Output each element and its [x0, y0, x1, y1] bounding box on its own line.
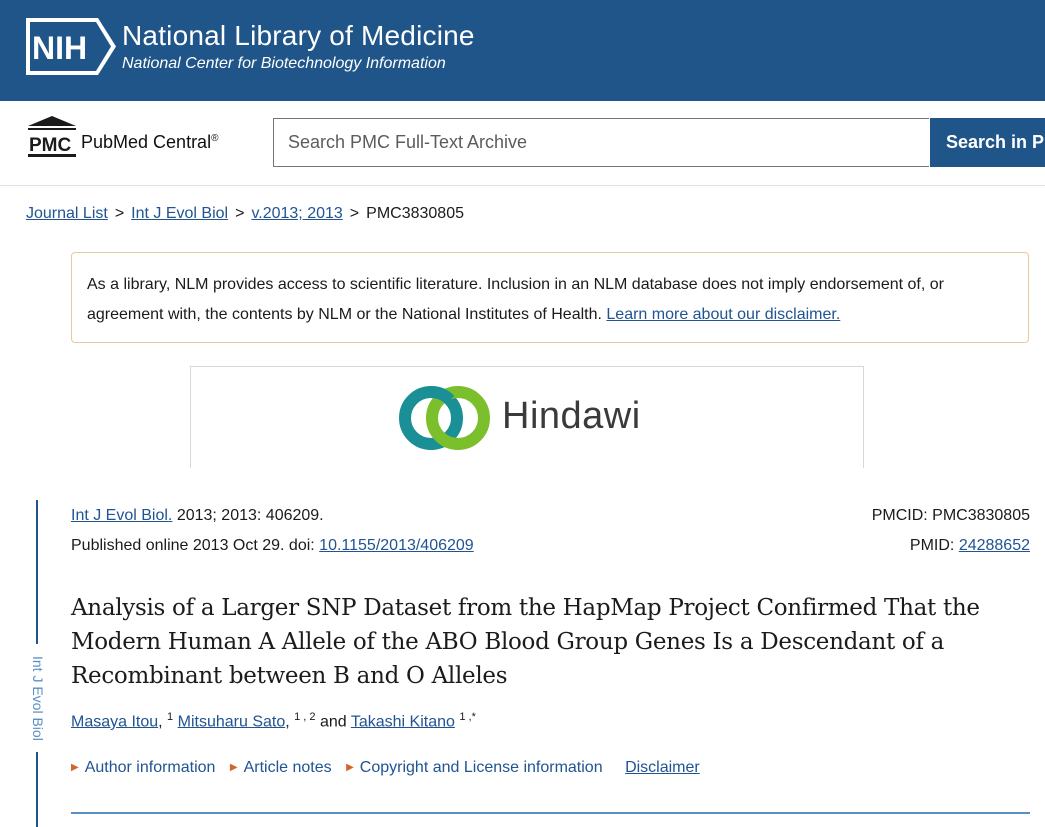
- article-notes-label: Article notes: [243, 759, 332, 776]
- doi-link[interactable]: 10.1155/2013/406209: [319, 537, 474, 554]
- triangle-right-icon: ▶: [229, 762, 238, 773]
- pmcid-label: PMCID:: [871, 507, 933, 524]
- author-link[interactable]: Mitsuharu Sato: [178, 713, 286, 730]
- pmc-abbr: PMC: [29, 135, 72, 156]
- author-affiliation[interactable]: 1 ,*: [459, 711, 476, 723]
- breadcrumb-journal-list[interactable]: Journal List: [26, 205, 108, 222]
- published-line: Published online 2013 Oct 29. doi: 10.11…: [71, 537, 474, 555]
- disclaimer-learn-more-link[interactable]: Learn more about our disclaimer.: [606, 306, 840, 323]
- breadcrumb-current: PMC3830805: [366, 205, 464, 222]
- article-notes-toggle[interactable]: ▶ Article notes: [230, 759, 332, 777]
- author-separator: ,: [285, 713, 295, 731]
- pmc-logo[interactable]: PMC PubMed Central®: [26, 116, 236, 158]
- citation-line: Int J Evol Biol. 2013; 2013: 406209.: [71, 507, 324, 525]
- pmc-name-text: PubMed Central: [81, 132, 212, 152]
- author-affiliation[interactable]: 1: [167, 711, 173, 723]
- citation-text: 2013; 2013: 406209.: [172, 507, 324, 524]
- pmcid-value: PMC3830805: [932, 507, 1030, 524]
- breadcrumb-journal[interactable]: Int J Evol Biol: [131, 205, 228, 222]
- pmid-label: PMID:: [909, 537, 959, 554]
- copyright-license-toggle[interactable]: ▶ Copyright and License information: [346, 759, 603, 777]
- pmc-header: PMC PubMed Central® Search in PMC: [0, 101, 1045, 186]
- article-info-links: ▶ Author information ▶ Article notes ▶ Copy…: [71, 759, 710, 777]
- breadcrumb-separator: >: [235, 205, 245, 222]
- pmc-reg-mark: ®: [211, 133, 219, 144]
- author-and: and: [315, 713, 351, 731]
- author-separator: ,: [158, 713, 168, 731]
- breadcrumb-separator: >: [114, 205, 125, 222]
- pmc-name: PubMed Central®: [81, 132, 218, 153]
- author-link[interactable]: Takashi Kitano: [351, 713, 455, 730]
- author-information-toggle[interactable]: ▶ Author information: [71, 759, 215, 777]
- author-affiliation[interactable]: 1 , 2: [294, 711, 315, 723]
- journal-rail-line: [36, 500, 38, 644]
- pmcid-line: PMCID: PMC3830805: [872, 507, 1030, 525]
- author-information-label: Author information: [84, 759, 216, 776]
- triangle-right-icon: ▶: [71, 762, 79, 773]
- author-link[interactable]: Masaya Itou: [71, 713, 158, 730]
- hindawi-logo-icon: [399, 386, 490, 450]
- breadcrumb-separator: >: [349, 205, 360, 222]
- journal-rail-line: [36, 752, 38, 827]
- nih-subtitle: National Center for Biotechnology Inform…: [122, 55, 446, 72]
- published-text: Published online 2013 Oct 29. doi:: [71, 537, 320, 554]
- pmc-building-icon: PMC: [28, 116, 76, 157]
- journal-link[interactable]: Int J Evol Biol.: [71, 507, 172, 524]
- search-button[interactable]: Search in PMC: [930, 118, 1045, 167]
- publisher-name: Hindawi: [502, 395, 641, 437]
- publisher-banner[interactable]: Hindawi: [190, 366, 864, 468]
- nih-logo[interactable]: NIH: [26, 18, 116, 75]
- section-divider: [71, 812, 1030, 814]
- triangle-right-icon: ▶: [346, 762, 354, 773]
- nih-banner: NIH National Library of Medicine Nationa…: [0, 0, 1045, 101]
- pmid-link[interactable]: 24288652: [959, 537, 1030, 554]
- journal-vertical-label[interactable]: Int J Evol Biol: [28, 650, 46, 746]
- breadcrumb-volume[interactable]: v.2013; 2013: [251, 205, 342, 222]
- search-input[interactable]: [273, 118, 929, 167]
- breadcrumb: Journal List > Int J Evol Biol > v.2013; 201…: [26, 205, 464, 223]
- nih-logo-text: NIH: [32, 30, 87, 66]
- pmid-line: PMID: 24288652: [910, 537, 1030, 555]
- disclaimer-link[interactable]: Disclaimer: [625, 759, 700, 777]
- disclaimer-box: As a library, NLM provides access to sci…: [71, 252, 1029, 343]
- copyright-license-label: Copyright and License information: [359, 759, 603, 776]
- article-title: Analysis of a Larger SNP Dataset from th…: [71, 595, 980, 689]
- author-list: Masaya Itou, 1 Mitsuharu Sato, 1 , 2 and…: [71, 711, 476, 731]
- nih-title[interactable]: National Library of Medicine: [122, 20, 475, 52]
